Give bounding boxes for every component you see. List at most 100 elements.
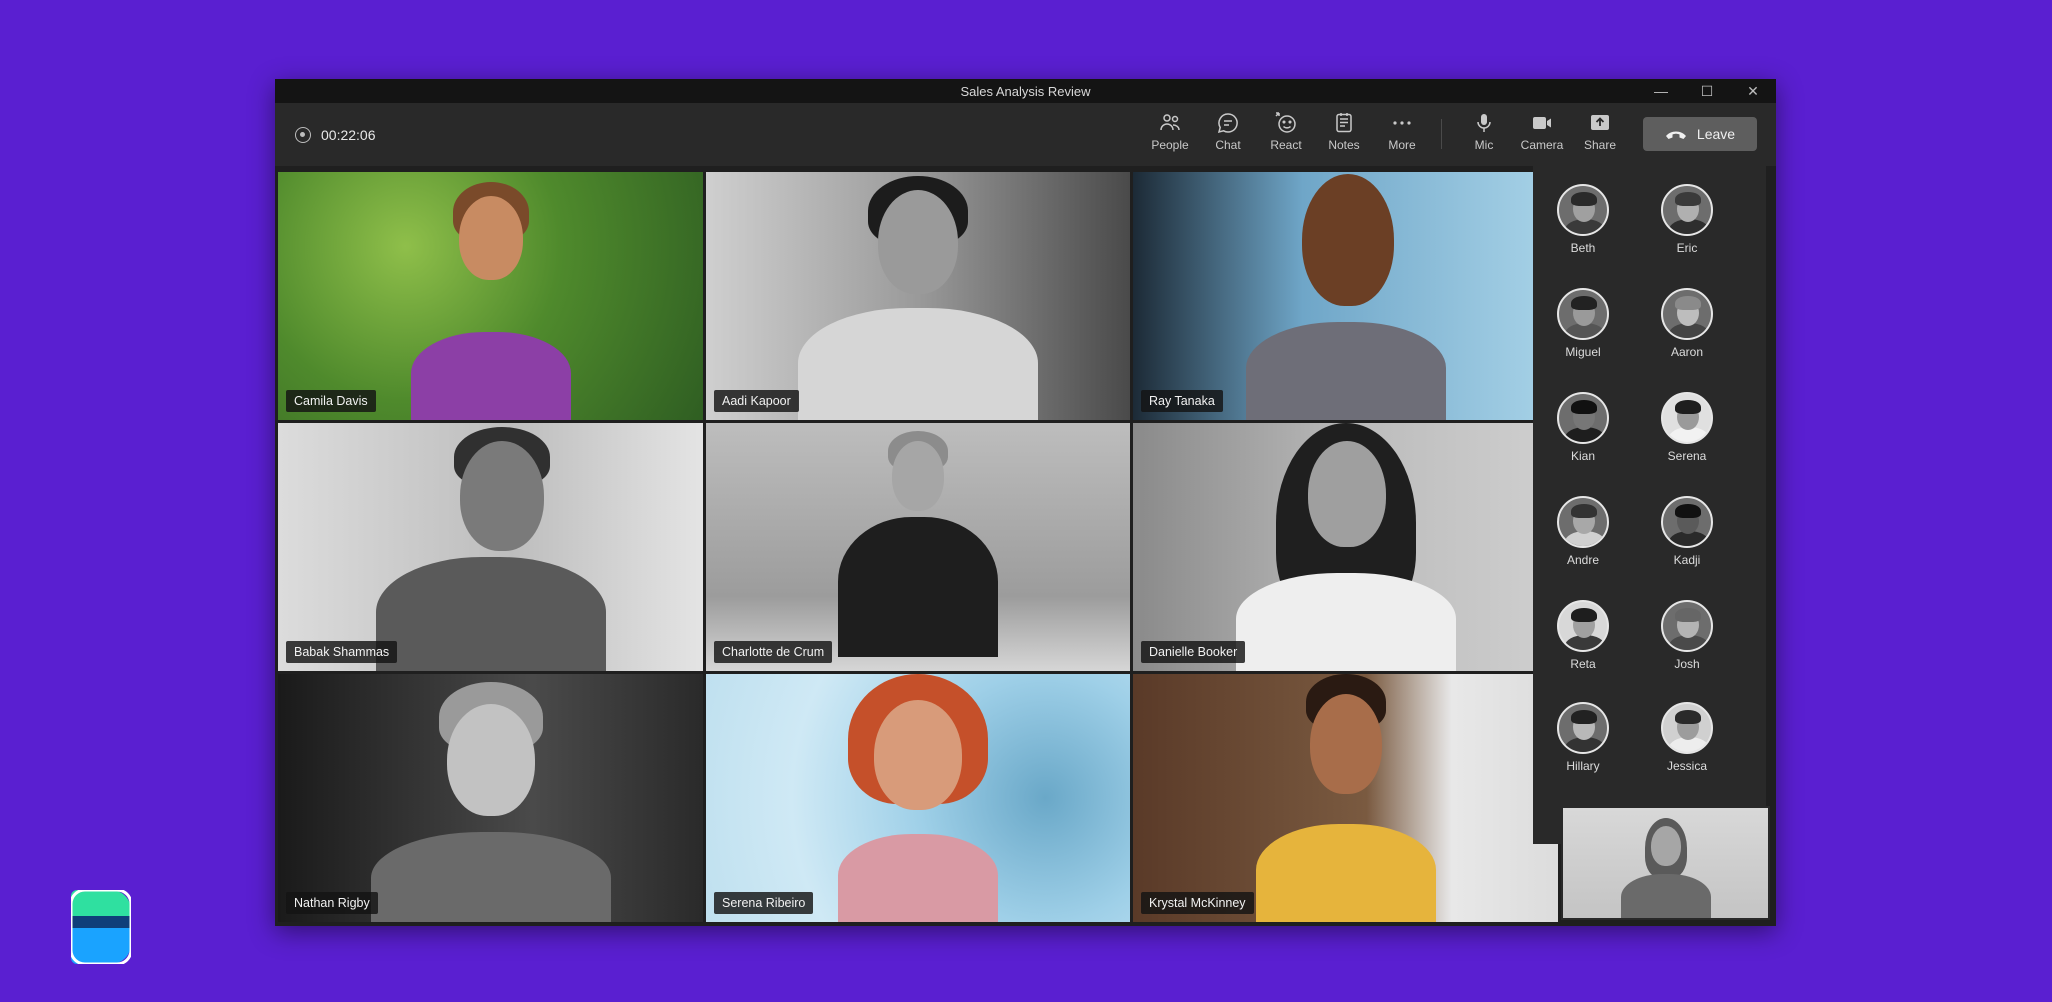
participant-name-tag: Babak Shammas <box>286 641 398 663</box>
chat-button[interactable]: Chat <box>1199 111 1257 159</box>
video-tile[interactable]: Aadi Kapoor <box>706 172 1130 420</box>
participant-name-tag: Camila Davis <box>286 390 376 412</box>
react-label: React <box>1270 138 1302 152</box>
video-tile[interactable]: Camila Davis <box>278 172 703 420</box>
participant-item[interactable]: Jessica <box>1647 702 1727 773</box>
video-tile[interactable]: Serena Ribeiro <box>706 674 1130 922</box>
window-title: Sales Analysis Review <box>960 83 1091 99</box>
participant-item[interactable]: Miguel <box>1543 288 1623 359</box>
avatar-figure <box>1226 172 1466 420</box>
avatar <box>1557 702 1609 754</box>
participant-name-tag: Ray Tanaka <box>1141 390 1223 412</box>
chat-icon <box>1217 113 1238 134</box>
participant-name: Josh <box>1674 657 1700 671</box>
people-button[interactable]: People <box>1141 111 1199 159</box>
avatar <box>1661 702 1713 754</box>
participant-item[interactable]: Aaron <box>1647 288 1727 359</box>
meeting-timer: 00:22:06 <box>295 103 376 166</box>
participant-name-tag: Serena Ribeiro <box>714 892 814 914</box>
participant-item[interactable]: Kian <box>1543 392 1623 463</box>
participant-name: Reta <box>1570 657 1596 671</box>
person-figure <box>361 682 621 922</box>
video-tile[interactable]: Charlotte de Crum <box>706 423 1130 671</box>
video-tile[interactable]: Krystal McKinney <box>1133 674 1558 922</box>
meeting-window: Sales Analysis Review — ☐ ✕ 00:22:06 Peo… <box>275 79 1776 926</box>
self-view-video[interactable] <box>1561 806 1770 920</box>
participant-name: Jessica <box>1666 759 1707 773</box>
participant-item[interactable]: Hillary <box>1543 702 1623 773</box>
avatar-figure <box>1236 674 1456 922</box>
participant-item[interactable]: Beth <box>1543 184 1623 255</box>
participant-name: Beth <box>1570 241 1596 255</box>
participant-name-tag: Aadi Kapoor <box>714 390 799 412</box>
more-button[interactable]: More <box>1373 111 1431 159</box>
participant-name: Serena <box>1667 449 1707 463</box>
camera-button[interactable]: Camera <box>1513 111 1571 159</box>
notes-label: Notes <box>1328 138 1360 152</box>
camera-icon <box>1533 117 1551 129</box>
maximize-button[interactable]: ☐ <box>1684 79 1730 103</box>
avatar <box>1557 600 1609 652</box>
video-tile[interactable]: Nathan Rigby <box>278 674 703 922</box>
avatar <box>1557 392 1609 444</box>
participant-name-tag: Charlotte de Crum <box>714 641 833 663</box>
avatar <box>1557 288 1609 340</box>
notes-button[interactable]: Notes <box>1315 111 1373 159</box>
participant-item[interactable]: Kadji <box>1647 496 1727 567</box>
participant-item[interactable]: Eric <box>1647 184 1727 255</box>
avatar-figure <box>808 674 1028 922</box>
react-button[interactable]: React <box>1257 111 1315 159</box>
participant-name: Kian <box>1570 449 1596 463</box>
timer-text: 00:22:06 <box>321 126 376 143</box>
hang-up-icon <box>1665 131 1686 139</box>
meeting-toolbar: 00:22:06 People Chat React Notes More Mi… <box>275 103 1776 166</box>
avatar-figure <box>391 182 591 420</box>
react-icon <box>1275 112 1296 133</box>
share-icon <box>1591 115 1609 130</box>
participant-name: Miguel <box>1565 345 1601 359</box>
participant-item[interactable]: Reta <box>1543 600 1623 671</box>
participant-item[interactable]: Serena <box>1647 392 1727 463</box>
participant-name: Andre <box>1566 553 1600 567</box>
mic-icon <box>1477 114 1491 132</box>
share-button[interactable]: Share <box>1571 111 1629 159</box>
avatar <box>1557 496 1609 548</box>
participant-name-tag: Danielle Booker <box>1141 641 1246 663</box>
share-label: Share <box>1583 138 1617 152</box>
people-label: People <box>1151 138 1189 152</box>
recording-icon <box>295 126 311 143</box>
video-tile[interactable]: Danielle Booker <box>1133 423 1558 671</box>
participant-name: Aaron <box>1670 345 1704 359</box>
mic-button[interactable]: Mic <box>1455 111 1513 159</box>
toolbar-divider <box>1441 119 1442 149</box>
more-icon <box>1393 121 1411 125</box>
meeting-actions: People Chat React Notes More <box>1141 111 1431 159</box>
person-figure <box>818 431 1018 671</box>
participant-name-tag: Nathan Rigby <box>286 892 378 914</box>
brand-logo <box>71 890 131 964</box>
avatar <box>1661 288 1713 340</box>
minimize-button[interactable]: — <box>1638 79 1684 103</box>
notes-icon <box>1336 113 1352 133</box>
participant-name: Kadji <box>1673 553 1701 567</box>
participant-item[interactable]: Andre <box>1543 496 1623 567</box>
video-tile[interactable]: Babak Shammas <box>278 423 703 671</box>
participant-name-tag: Krystal McKinney <box>1141 892 1254 914</box>
person-figure <box>1611 818 1721 918</box>
person-figure <box>788 176 1048 420</box>
people-icon <box>1160 114 1180 131</box>
video-tile[interactable]: Ray Tanaka <box>1133 172 1558 420</box>
avatar <box>1661 392 1713 444</box>
participant-name: Hillary <box>1566 759 1600 773</box>
more-label: More <box>1388 138 1416 152</box>
leave-button[interactable]: Leave <box>1643 117 1757 151</box>
mic-label: Mic <box>1474 138 1494 152</box>
participant-item[interactable]: Josh <box>1647 600 1727 671</box>
person-figure <box>356 427 626 671</box>
close-button[interactable]: ✕ <box>1730 79 1776 103</box>
avatar <box>1557 184 1609 236</box>
avatar <box>1661 496 1713 548</box>
participant-sidebar: Beth Eric Miguel Aaron Kian Serena Andre <box>1533 166 1766 844</box>
chat-label: Chat <box>1215 138 1241 152</box>
person-figure <box>1216 423 1476 671</box>
